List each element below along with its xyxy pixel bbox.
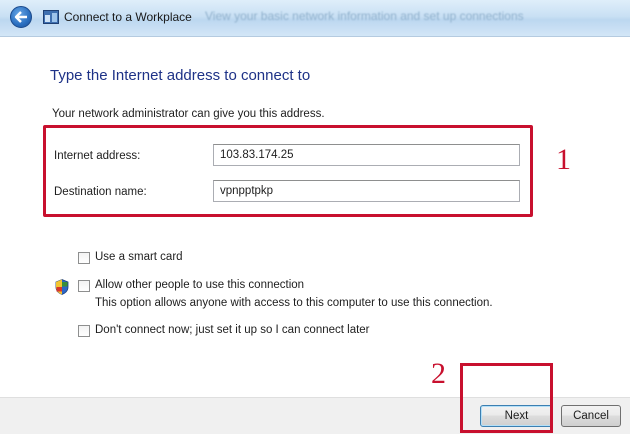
background-window-text: View your basic network information and … bbox=[205, 9, 524, 23]
uac-shield-icon bbox=[55, 279, 69, 295]
annotation-step-2: 2 bbox=[431, 357, 446, 390]
workplace-network-icon bbox=[43, 10, 59, 24]
window-title: Connect to a Workplace bbox=[64, 10, 192, 24]
allow-others-description: This option allows anyone with access to… bbox=[95, 297, 493, 309]
page-heading: Type the Internet address to connect to bbox=[50, 67, 311, 84]
cancel-button[interactable]: Cancel bbox=[561, 405, 621, 427]
highlight-box-next bbox=[460, 363, 553, 433]
dont-connect-label: Don't connect now; just set it up so I c… bbox=[95, 324, 370, 336]
internet-address-label: Internet address: bbox=[54, 150, 141, 162]
internet-address-input[interactable] bbox=[213, 144, 520, 166]
dont-connect-checkbox[interactable] bbox=[78, 325, 90, 337]
back-arrow-icon bbox=[14, 11, 27, 23]
allow-others-label: Allow other people to use this connectio… bbox=[95, 279, 305, 291]
annotation-step-1: 1 bbox=[556, 143, 571, 176]
smart-card-checkbox[interactable] bbox=[78, 252, 90, 264]
destination-name-label: Destination name: bbox=[54, 186, 147, 198]
instruction-text: Your network administrator can give you … bbox=[52, 108, 325, 120]
smart-card-label: Use a smart card bbox=[95, 251, 183, 263]
back-button[interactable] bbox=[10, 6, 32, 28]
destination-name-input[interactable] bbox=[213, 180, 520, 202]
wizard-content: Type the Internet address to connect to … bbox=[0, 37, 630, 397]
allow-others-checkbox[interactable] bbox=[78, 280, 90, 292]
highlight-box-fields bbox=[43, 125, 533, 217]
title-bar: View your basic network information and … bbox=[0, 0, 630, 37]
